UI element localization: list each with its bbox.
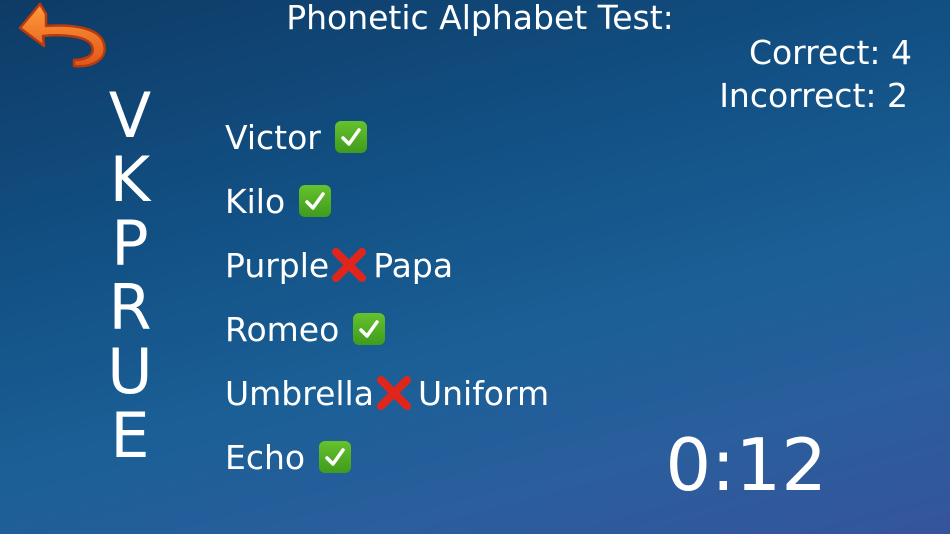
letter: P <box>111 207 149 280</box>
check-mark-icon <box>334 121 367 153</box>
answer-word: Kilo <box>225 181 286 221</box>
answer-word: Umbrella <box>225 373 374 413</box>
answer-row: Umbrella Uniform <box>225 361 549 425</box>
letter: E <box>110 399 150 472</box>
answer-row: Echo <box>225 425 549 489</box>
letter: V <box>108 79 152 152</box>
check-mark-icon <box>299 185 332 217</box>
correct-answer: Papa <box>373 245 454 285</box>
letter: R <box>108 271 152 344</box>
answer-word: Purple <box>225 245 330 285</box>
letter: K <box>109 143 151 216</box>
page-title: Phonetic Alphabet Test: <box>286 0 674 37</box>
answer-row: Romeo <box>225 297 549 361</box>
letter-sequence: V K P R U E <box>100 84 160 468</box>
cross-mark-icon <box>331 247 367 283</box>
answer-row: Purple Papa <box>225 233 549 297</box>
incorrect-count: Incorrect: 2 <box>719 76 908 115</box>
check-mark-icon <box>353 313 386 345</box>
cross-mark-icon <box>376 375 412 411</box>
answer-word: Echo <box>225 437 306 477</box>
answer-list: Victor Kilo Purple Papa Romeo Umbrella U… <box>225 105 549 489</box>
answer-row: Victor <box>225 105 549 169</box>
correct-count: Correct: 4 <box>748 33 912 72</box>
answer-row: Kilo <box>225 169 549 233</box>
check-mark-icon <box>319 441 352 473</box>
letter: U <box>107 335 153 408</box>
answer-word: Victor <box>225 117 321 157</box>
timer: 0:12 <box>665 423 827 507</box>
correct-answer: Uniform <box>417 373 550 413</box>
answer-word: Romeo <box>225 309 340 349</box>
